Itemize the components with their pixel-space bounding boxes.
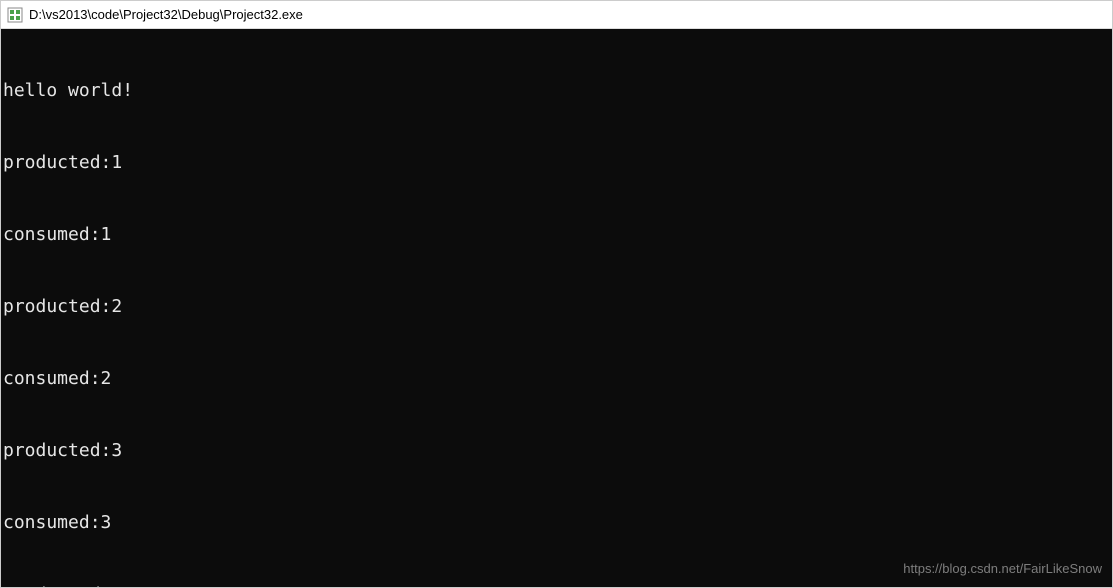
- console-line: producted:3: [3, 439, 1112, 463]
- title-bar[interactable]: D:\vs2013\code\Project32\Debug\Project32…: [1, 1, 1112, 29]
- watermark-text: https://blog.csdn.net/FairLikeSnow: [903, 557, 1102, 581]
- console-output[interactable]: hello world! producted:1 consumed:1 prod…: [1, 29, 1112, 587]
- console-line: producted:4: [3, 583, 1112, 587]
- console-line: consumed:1: [3, 223, 1112, 247]
- console-line: consumed:2: [3, 367, 1112, 391]
- console-line: producted:1: [3, 151, 1112, 175]
- console-window: D:\vs2013\code\Project32\Debug\Project32…: [0, 0, 1113, 588]
- console-line: consumed:3: [3, 511, 1112, 535]
- window-title: D:\vs2013\code\Project32\Debug\Project32…: [29, 7, 303, 22]
- console-line: hello world!: [3, 79, 1112, 103]
- console-line: producted:2: [3, 295, 1112, 319]
- app-icon: [7, 7, 23, 23]
